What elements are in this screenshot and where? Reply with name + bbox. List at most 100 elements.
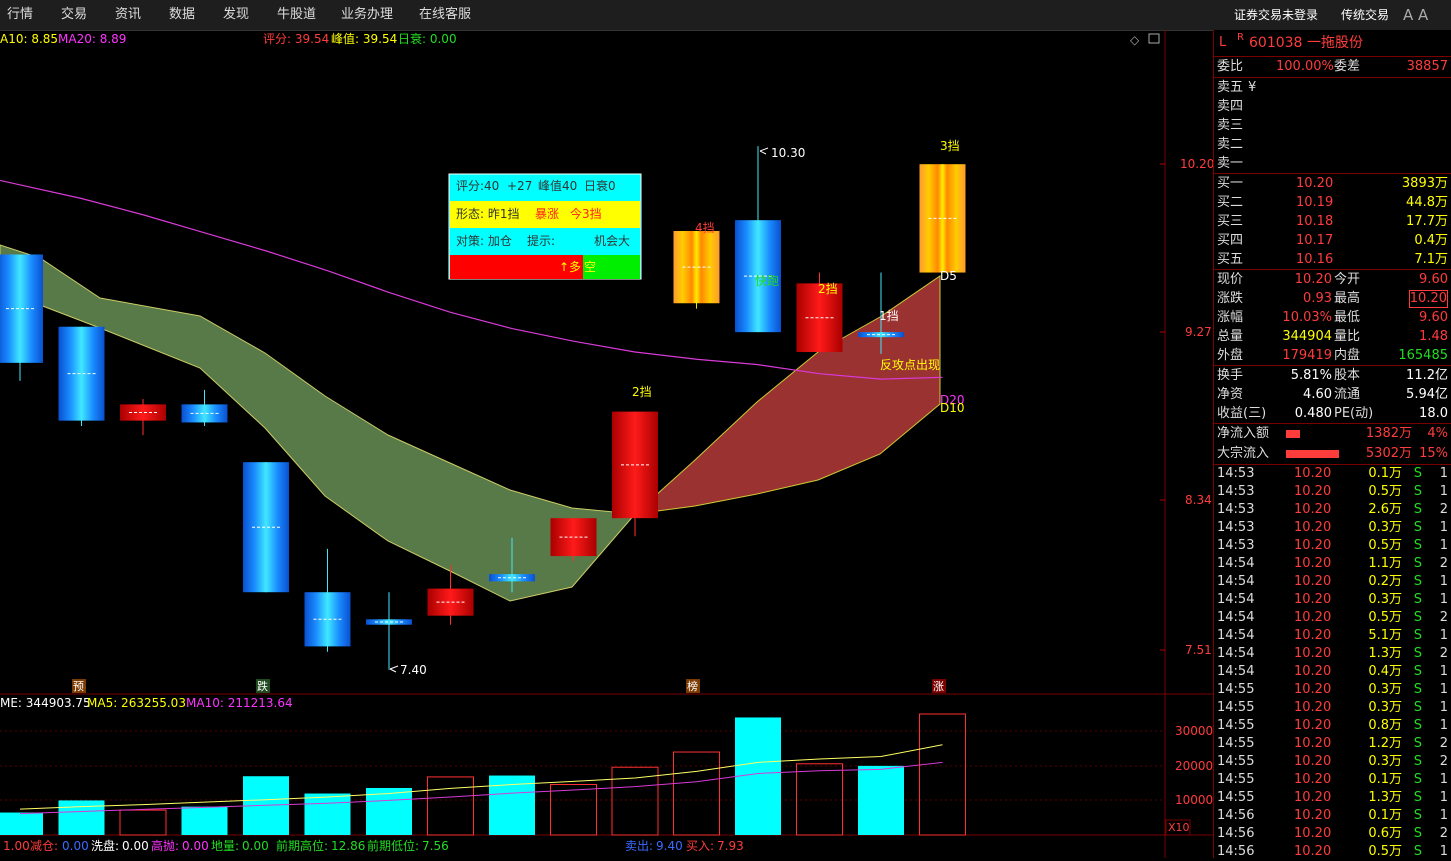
volume-bar[interactable] xyxy=(858,765,904,835)
quote-label: 量比 xyxy=(1334,329,1361,344)
bottom-val: 1.00 xyxy=(3,839,30,853)
traditional-trade-button[interactable]: 传统交易 xyxy=(1341,0,1389,30)
tick-count: 1 xyxy=(1439,664,1448,679)
volume-bar[interactable] xyxy=(735,717,781,835)
bottom-val: 0.00 xyxy=(62,839,89,853)
volume-bar[interactable] xyxy=(427,776,474,836)
menu-news[interactable]: 资讯 xyxy=(115,0,141,30)
volume-bar[interactable] xyxy=(550,784,597,836)
volume-bar[interactable] xyxy=(304,793,351,835)
marker[interactable]: 涨 xyxy=(933,680,944,693)
fin-label: 股本 xyxy=(1334,368,1361,383)
font-size-button[interactable]: A A xyxy=(1403,0,1428,30)
price-tick: 7.51 xyxy=(1185,643,1212,657)
candle-body[interactable] xyxy=(366,619,412,625)
sell-book: 卖五 ¥ 卖四 卖三 卖二 卖一 xyxy=(1214,77,1451,173)
vol-ma10-line xyxy=(19,761,943,815)
volume-bar[interactable] xyxy=(366,787,412,835)
menu-quotes[interactable]: 行情 xyxy=(7,0,33,30)
candle-body[interactable] xyxy=(427,588,474,616)
menu-bull-stocks[interactable]: 牛股道 xyxy=(277,0,316,30)
flow-bar xyxy=(1286,450,1339,458)
volume-bar[interactable] xyxy=(796,763,843,836)
volume-bar[interactable] xyxy=(611,766,659,836)
tick-count: 2 xyxy=(1439,646,1448,661)
marker[interactable]: 预 xyxy=(73,680,84,693)
tick-count: 2 xyxy=(1439,556,1448,571)
tick-row: 14:55 10.20 0.3万 S 1 xyxy=(1214,681,1451,699)
tick-time: 14:53 xyxy=(1217,520,1255,535)
tick-side: S xyxy=(1413,592,1422,607)
tick-time: 14:54 xyxy=(1217,574,1255,589)
buy-row[interactable]: 买一 10.20 3893万 xyxy=(1214,174,1451,193)
quote-value: 9.60 xyxy=(1419,310,1448,325)
candle-body[interactable] xyxy=(673,231,720,304)
candle-body[interactable] xyxy=(120,404,166,421)
menu-trade[interactable]: 交易 xyxy=(61,0,87,30)
finance-stats: 换手 5.81% 股本 11.2亿 净资 4.60 流通 5.94亿 收益(三) 0.480 P… xyxy=(1214,365,1451,423)
buy-row[interactable]: 买二 10.19 44.8万 xyxy=(1214,193,1451,212)
tick-volume: 0.3万 xyxy=(1368,520,1402,535)
trade-login-status[interactable]: 证券交易未登录 xyxy=(1234,0,1318,30)
candle-body[interactable] xyxy=(304,592,351,647)
menu-discover[interactable]: 发现 xyxy=(223,0,249,30)
panel-toggle-icon[interactable] xyxy=(1148,33,1160,44)
menu-online-service[interactable]: 在线客服 xyxy=(419,0,471,30)
tick-side: S xyxy=(1413,520,1422,535)
tick-volume: 1.1万 xyxy=(1368,556,1402,571)
diamond-icon[interactable]: ◇ xyxy=(1130,33,1140,47)
candle-body[interactable] xyxy=(58,326,105,421)
signal-popup[interactable]: 评分:40 +27 峰值40 日衰0 形态: 昨1挡 暴涨 今3挡 对策: 加仓… xyxy=(448,173,642,280)
marker[interactable]: 榜 xyxy=(687,679,698,693)
buy-price: 10.17 xyxy=(1296,233,1334,248)
marker[interactable]: 跌 xyxy=(257,679,268,693)
stock-name[interactable]: 一拖股份 xyxy=(1307,30,1363,56)
tick-count: 1 xyxy=(1439,772,1448,787)
popup-cell: 对策: 加仓 xyxy=(456,234,512,248)
tick-time: 14:56 xyxy=(1217,844,1255,859)
bottom-label: 洗盘: xyxy=(91,838,119,853)
bottom-label: 减仓: xyxy=(30,839,58,853)
volume-bar[interactable] xyxy=(181,806,228,835)
order-ratio-value: 100.00% xyxy=(1276,59,1334,74)
tick-time: 14:54 xyxy=(1217,628,1255,643)
buy-row[interactable]: 买五 10.16 7.1万 xyxy=(1214,250,1451,269)
candle-body[interactable] xyxy=(243,462,289,593)
tick-count: 1 xyxy=(1439,718,1448,733)
menu-business[interactable]: 业务办理 xyxy=(341,0,393,30)
price-tick: 9.27 xyxy=(1185,325,1212,339)
tick-list[interactable]: 14:53 10.20 0.1万 S 1 14:53 10.20 0.5万 S 1 14:53 10.… xyxy=(1214,464,1451,861)
tick-volume: 0.5万 xyxy=(1368,484,1402,499)
tick-time: 14:53 xyxy=(1217,502,1255,517)
buy-volume: 7.1万 xyxy=(1414,252,1448,267)
quote-label: 最高 xyxy=(1334,291,1361,306)
kline-chart[interactable]: A10: 8.85 MA20: 8.89 评分: 39.54 峰值: 39.54… xyxy=(0,30,1213,858)
menu-data[interactable]: 数据 xyxy=(169,0,195,30)
buy-row[interactable]: 买四 10.17 0.4万 xyxy=(1214,231,1451,250)
volume-bar[interactable] xyxy=(919,713,966,836)
candle-body[interactable] xyxy=(550,518,597,557)
bottom-val: 0.00 xyxy=(122,839,149,853)
tick-volume: 0.3万 xyxy=(1368,700,1402,715)
tick-count: 1 xyxy=(1439,466,1448,481)
buy-row[interactable]: 买三 10.18 17.7万 xyxy=(1214,212,1451,231)
popup-long: ↑多 xyxy=(559,260,581,274)
tick-side: S xyxy=(1413,610,1422,625)
candle-body[interactable] xyxy=(181,404,228,423)
candle-body[interactable] xyxy=(858,332,904,338)
tick-row: 14:53 10.20 0.5万 S 1 xyxy=(1214,537,1451,555)
tick-price: 10.20 xyxy=(1294,628,1332,643)
tick-side: S xyxy=(1413,736,1422,751)
volume-bar[interactable] xyxy=(673,751,720,836)
candle-body[interactable] xyxy=(489,574,535,582)
tick-price: 10.20 xyxy=(1294,574,1332,589)
tick-side: S xyxy=(1413,682,1422,697)
buy-label: 买五 xyxy=(1217,252,1244,267)
stock-code[interactable]: 601038 xyxy=(1249,30,1302,56)
volume-bar[interactable] xyxy=(0,812,43,835)
candle-body[interactable] xyxy=(919,164,966,273)
sell2-label: 卖二 xyxy=(1217,137,1244,152)
bottom-val: 7.93 xyxy=(717,839,744,853)
volume-bar[interactable] xyxy=(119,809,167,836)
candle-body[interactable] xyxy=(612,411,658,519)
